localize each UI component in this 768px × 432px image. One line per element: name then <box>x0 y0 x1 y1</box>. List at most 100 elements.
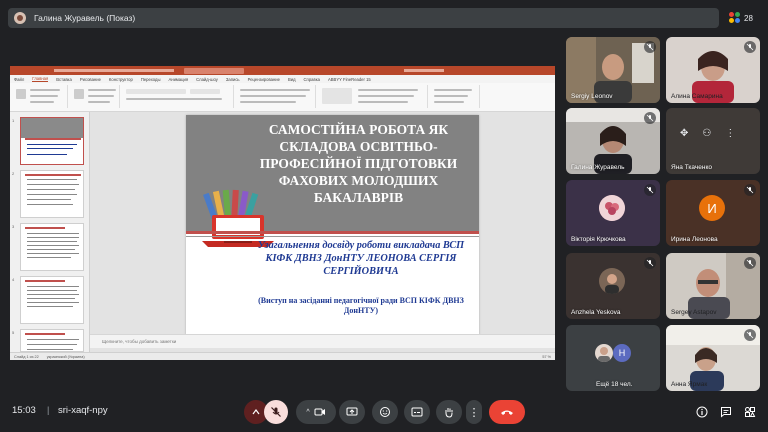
ppt-search-box[interactable] <box>184 67 244 74</box>
more-vert-icon: ⋮ <box>468 406 480 419</box>
participant-name: Ещё 18 чел. <box>596 381 633 388</box>
more-options-button[interactable]: ⋮ <box>466 400 482 424</box>
avatar: Н <box>613 344 631 362</box>
slide-thumbnail[interactable] <box>20 329 84 352</box>
participant-name: Anzhela Yeskova <box>571 309 621 316</box>
captions-button[interactable] <box>404 400 430 424</box>
chevron-up-icon: ^ <box>306 408 310 416</box>
mic-off-icon <box>644 41 656 53</box>
chevron-up-icon <box>252 409 260 415</box>
activities-button[interactable] <box>740 402 760 422</box>
participant-tile[interactable]: Anzhela Yeskova <box>566 253 660 319</box>
participant-tile[interactable]: Галина Журавель <box>566 108 660 174</box>
participants-button[interactable]: 28 <box>729 9 759 27</box>
ppt-body: 1 2 3 4 5 САМОСТІЙНА РОБОТА ЯК СКЛАДОВА … <box>10 112 555 360</box>
slide-thumbnail[interactable] <box>20 117 84 165</box>
ppt-tab-home[interactable]: Главная <box>32 76 49 82</box>
reactions-button[interactable] <box>372 400 398 424</box>
ppt-tab-record[interactable]: Запись <box>226 77 240 82</box>
status-zoom[interactable]: 57 % <box>542 355 551 359</box>
participant-name: Ирина Леонова <box>671 236 718 243</box>
ppt-tab-view[interactable]: Вид <box>288 77 296 82</box>
participant-tile[interactable]: Вікторія Крючкова <box>566 180 660 246</box>
participant-tile[interactable]: Анна Ярмак <box>666 325 760 391</box>
ppt-tab-insert[interactable]: Вставка <box>56 77 72 82</box>
participant-tile[interactable]: ✥ ⚇ ⋮ Яна Ткаченко <box>666 108 760 174</box>
participant-name: Галина Журавель <box>571 164 625 171</box>
ppt-tab-file[interactable]: Файл <box>14 77 24 82</box>
notes-pane[interactable]: Щелкните, чтобы добавить заметки <box>90 334 555 348</box>
info-icon <box>696 406 708 418</box>
chat-icon <box>721 407 731 418</box>
effects-icon[interactable]: ⚇ <box>702 128 711 139</box>
ppt-tab-draw[interactable]: Рисование <box>80 77 101 82</box>
meeting-controls-bar: 15:03 | sri-xaqf-npy ^ ⋮ <box>0 392 768 432</box>
thumb-number: 1 <box>12 118 15 123</box>
ppt-tab-design[interactable]: Конструктор <box>109 77 133 82</box>
thumb-number: 4 <box>12 277 15 282</box>
raise-hand-button[interactable] <box>436 400 462 424</box>
leave-call-button[interactable] <box>489 400 525 424</box>
participant-tile[interactable]: И Ирина Леонова <box>666 180 760 246</box>
thumb-number: 2 <box>12 171 15 176</box>
presenting-bar: Галина Журавель (Показ) <box>8 8 719 28</box>
slide-thumbnail[interactable] <box>20 276 84 324</box>
participant-tile[interactable]: Sergey Astapov <box>666 253 760 319</box>
mic-off-icon <box>644 112 656 124</box>
thumb-number: 3 <box>12 224 15 229</box>
avatar: И <box>699 195 725 221</box>
ribbon-group-font[interactable] <box>122 85 234 108</box>
mic-off-icon <box>744 257 756 269</box>
ppt-statusbar: Слайд 1 из 22 украинский (Украина) 57 % <box>10 352 555 360</box>
meeting-clock: 15:03 <box>12 405 36 416</box>
more-participants-tile[interactable]: Н Ещё 18 чел. <box>566 325 660 391</box>
participant-tile[interactable]: Алина Самарина <box>666 37 760 103</box>
chat-button[interactable] <box>716 402 736 422</box>
avatar <box>599 195 625 221</box>
raise-hand-icon <box>445 408 453 418</box>
activities-icon <box>745 407 756 417</box>
tile-hover-controls: ✥ ⚇ ⋮ <box>680 128 735 139</box>
ppt-ribbon <box>10 83 555 112</box>
ppt-tab-abbyy[interactable]: ABBYY FineReader 15 <box>328 77 371 82</box>
mic-off-icon <box>644 184 656 196</box>
ppt-tab-animation[interactable]: Анимация <box>168 77 188 82</box>
participant-name: Алина Самарина <box>671 93 723 100</box>
avatar <box>595 344 613 362</box>
end-call-icon <box>501 410 513 415</box>
avatar <box>599 268 625 294</box>
current-slide: САМОСТІЙНА РОБОТА ЯК СКЛАДОВА ОСВІТНЬО-П… <box>186 115 479 335</box>
participant-name: Яна Ткаченко <box>671 164 712 171</box>
captions-icon <box>411 407 423 417</box>
ppt-tab-transitions[interactable]: Переходы <box>141 77 161 82</box>
ppt-tab-slideshow[interactable]: Слайд-шоу <box>196 77 218 82</box>
slide-thumbnail[interactable] <box>20 223 84 271</box>
participant-tile[interactable]: Sergiy Leonov <box>566 37 660 103</box>
ppt-ribbon-tabs: Файл Главная Вставка Рисование Конструкт… <box>10 75 555 83</box>
participant-name: Вікторія Крючкова <box>571 236 626 243</box>
mic-off-icon <box>744 329 756 341</box>
camera-button[interactable]: ^ <box>296 400 336 424</box>
pin-icon[interactable]: ✥ <box>680 128 688 139</box>
ppt-tab-review[interactable]: Рецензирование <box>248 77 280 82</box>
mic-off-icon <box>271 407 281 417</box>
mic-off-icon <box>744 184 756 196</box>
shared-screen: Файл Главная Вставка Рисование Конструкт… <box>10 66 555 360</box>
people-icon <box>729 12 741 24</box>
slide-thumbnail[interactable] <box>20 170 84 218</box>
present-button[interactable] <box>339 400 365 424</box>
mic-toggle-button[interactable] <box>264 400 288 424</box>
presenter-avatar <box>14 12 26 24</box>
participant-name: Sergiy Leonov <box>571 93 613 100</box>
ribbon-group-clipboard[interactable] <box>12 85 68 108</box>
ribbon-group-paragraph[interactable] <box>236 85 316 108</box>
slide-divider <box>186 231 479 234</box>
mic-off-icon <box>644 257 656 269</box>
ppt-tab-help[interactable]: Справка <box>304 77 320 82</box>
meeting-details-button[interactable] <box>692 402 712 422</box>
ribbon-group-drawing[interactable] <box>318 85 428 108</box>
ribbon-group-slides[interactable] <box>70 85 120 108</box>
meeting-code: sri-xaqf-npy <box>58 405 108 416</box>
more-vert-icon[interactable]: ⋮ <box>725 128 735 139</box>
ribbon-group-editing[interactable] <box>430 85 480 108</box>
